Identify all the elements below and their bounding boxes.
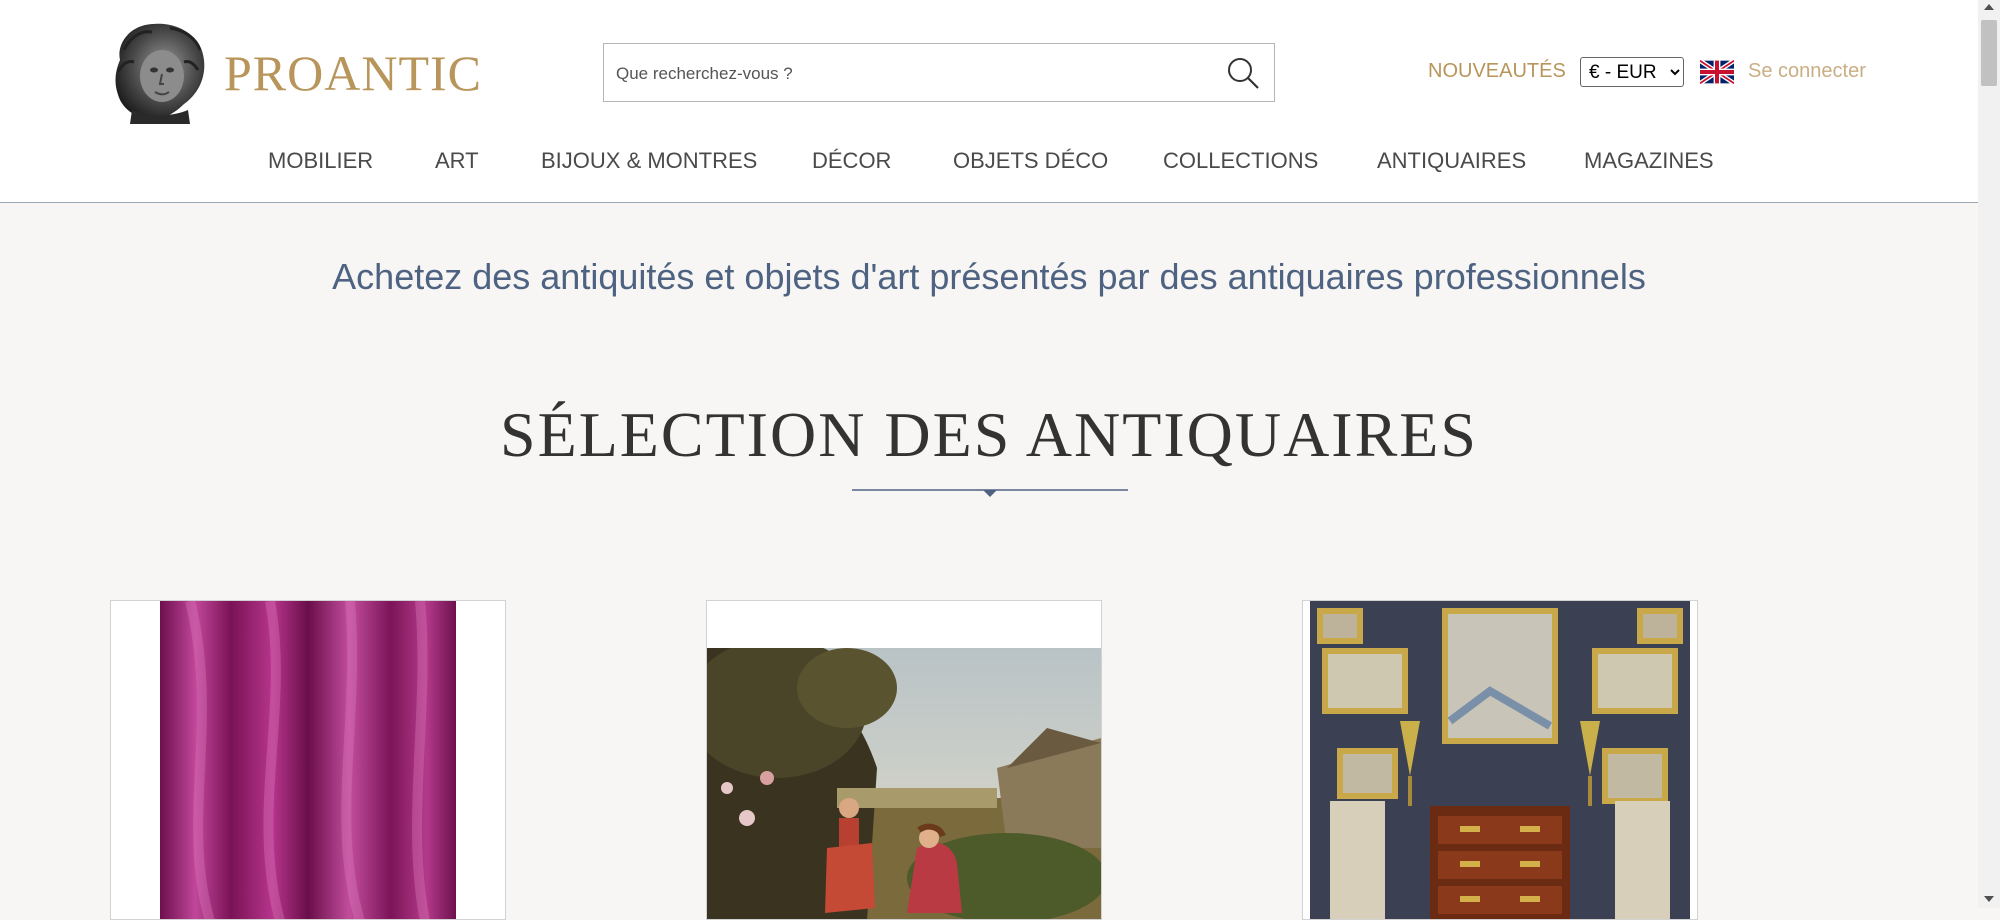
news-link[interactable]: NOUVEAUTÉS: [1428, 60, 1566, 83]
currency-select[interactable]: € - EUR: [1580, 57, 1684, 87]
nav-item-magazines[interactable]: MAGAZINES: [1584, 148, 1714, 174]
search-icon[interactable]: [1226, 56, 1260, 90]
painting-image: [707, 648, 1101, 919]
main-nav: MOBILIER ART BIJOUX & MONTRES DÉCOR OBJE…: [0, 148, 1978, 182]
product-card-fabric[interactable]: [110, 600, 506, 920]
nav-item-decor[interactable]: DÉCOR: [812, 148, 891, 174]
section-title: SÉLECTION DES ANTIQUAIRES: [500, 399, 1478, 470]
nav-item-antiquaires[interactable]: ANTIQUAIRES: [1377, 148, 1526, 174]
product-card-dresser[interactable]: [1302, 600, 1698, 920]
search-bar: [603, 43, 1275, 103]
brand-name[interactable]: PROANTIC: [224, 44, 482, 102]
login-link[interactable]: Se connecter: [1748, 60, 1866, 83]
uk-flag-icon[interactable]: [1700, 60, 1734, 84]
title-divider: [852, 489, 1128, 497]
site-header: PROANTIC NOUVEAUTÉS € - EUR Se connecter…: [0, 0, 1978, 203]
nav-item-objets-deco[interactable]: OBJETS DÉCO: [953, 148, 1108, 174]
velvet-fabric-image: [160, 601, 456, 919]
scroll-thumb[interactable]: [1981, 20, 1997, 86]
dresser-image: [1310, 601, 1690, 919]
nav-item-art[interactable]: ART: [435, 148, 479, 174]
search-input[interactable]: [614, 44, 1198, 103]
nav-item-collections[interactable]: COLLECTIONS: [1163, 148, 1318, 174]
scroll-up-icon[interactable]: [1984, 4, 1994, 10]
page-scrollbar[interactable]: [1978, 0, 2000, 908]
cherub-bust-logo-icon[interactable]: [110, 20, 210, 124]
nav-item-bijoux-montres[interactable]: BIJOUX & MONTRES: [541, 148, 757, 174]
hero-tagline: Achetez des antiquités et objets d'art p…: [332, 256, 1646, 297]
nav-item-mobilier[interactable]: MOBILIER: [268, 148, 373, 174]
product-card-painting[interactable]: [706, 600, 1102, 920]
scroll-down-icon[interactable]: [1984, 896, 1994, 902]
